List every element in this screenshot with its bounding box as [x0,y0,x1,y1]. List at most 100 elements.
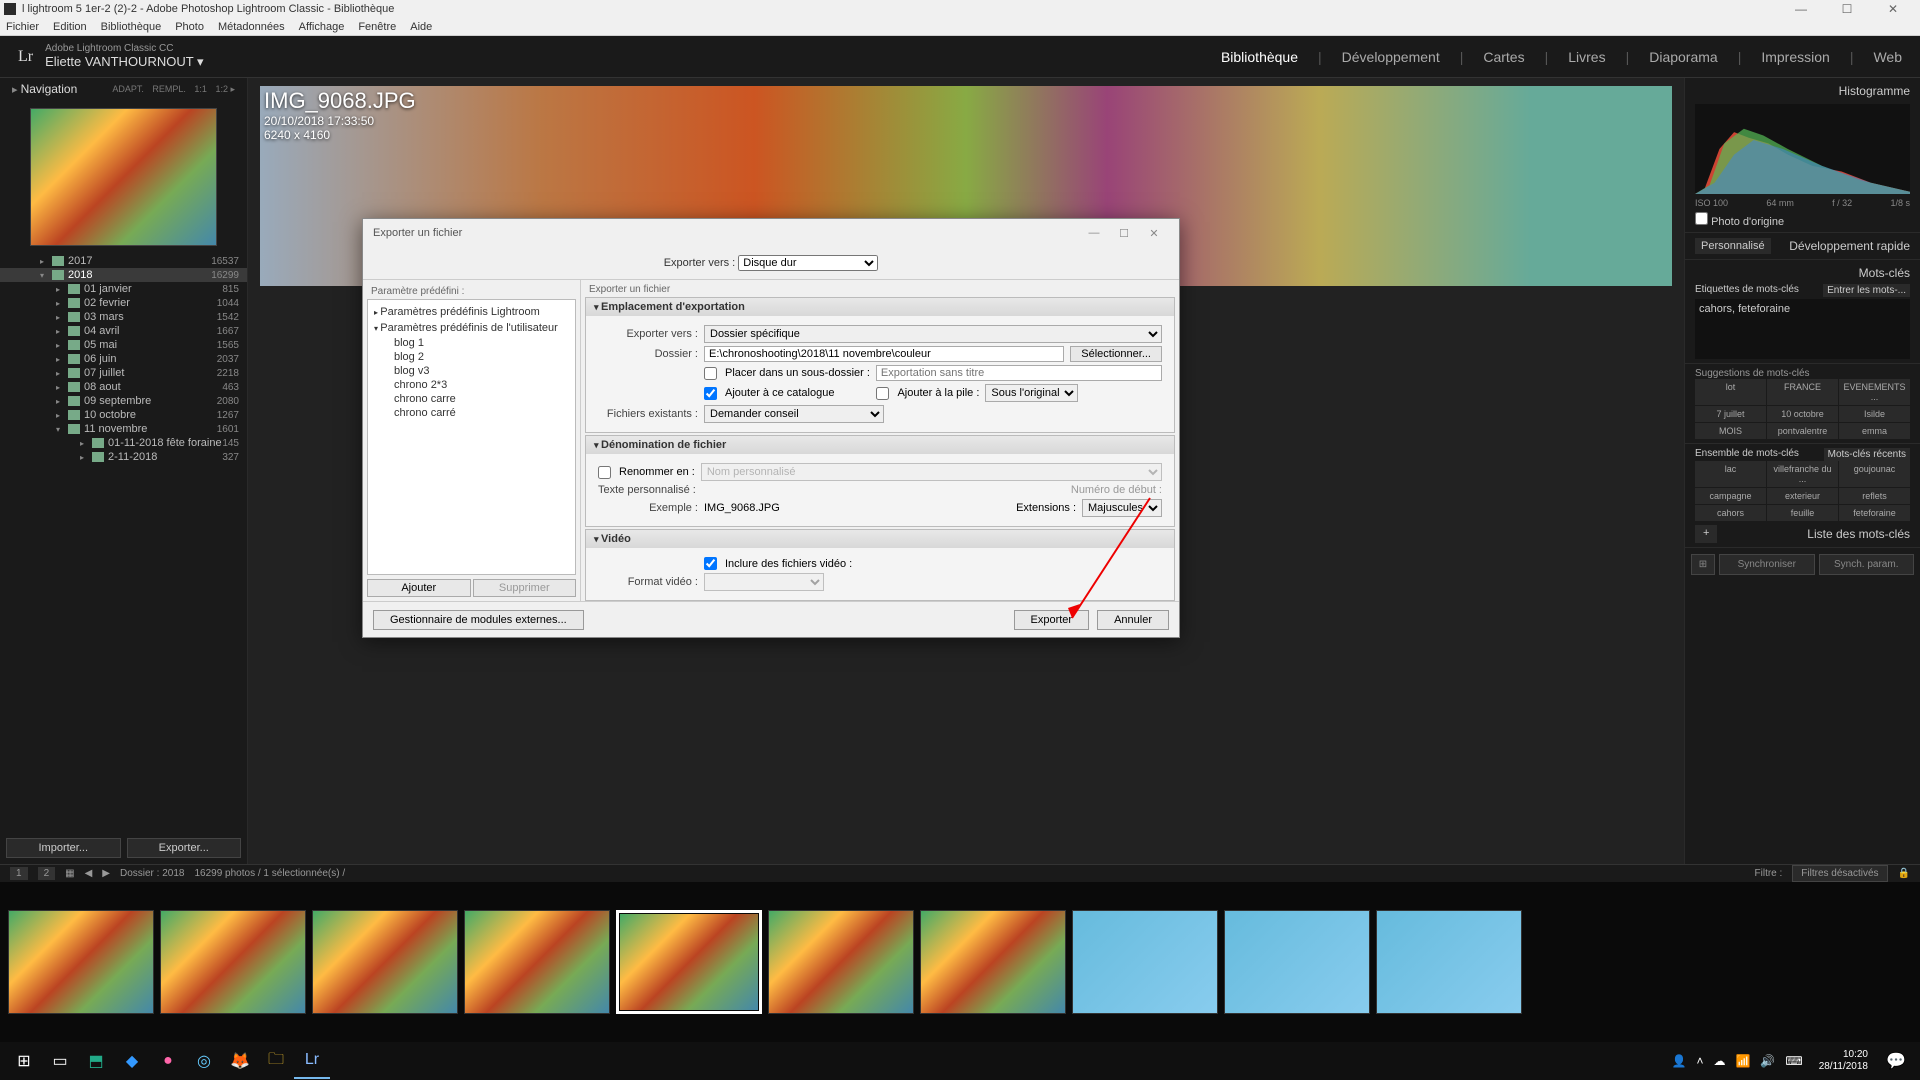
breadcrumb-path[interactable]: Dossier : 2018 [120,868,184,879]
kw-suggestion[interactable]: 7 juillet [1695,406,1766,422]
thumb[interactable] [1376,910,1522,1014]
add-catalog-checkbox[interactable] [704,387,717,400]
thumb[interactable] [464,910,610,1014]
export-button[interactable]: Exporter... [127,838,242,858]
zoom-fill[interactable]: REMPL. [152,84,186,94]
nav-fwd-icon[interactable]: ▶ [102,868,110,879]
folder-row[interactable]: 09 septembre2080 [0,394,247,408]
kw-set-item[interactable]: feteforaine [1839,505,1910,521]
kw-set-item[interactable]: feuille [1767,505,1838,521]
module-developpement[interactable]: Développement [1342,49,1440,65]
preset-item[interactable]: blog 2 [372,350,571,364]
cancel-button[interactable]: Annuler [1097,610,1169,630]
menu-photo[interactable]: Photo [175,21,204,33]
preset-group-user[interactable]: Paramètres prédéfinis de l'utilisateur [372,320,571,336]
preset-add-button[interactable]: Ajouter [367,579,471,597]
folder-row[interactable]: 201716537 [0,254,247,268]
module-web[interactable]: Web [1873,49,1902,65]
module-diaporama[interactable]: Diaporama [1649,49,1717,65]
existing-files-select[interactable]: Demander conseil [704,405,884,423]
preset-item[interactable]: chrono 2*3 [372,378,571,392]
folder-row[interactable]: 04 avril1667 [0,324,247,338]
kw-set-item[interactable]: exterieur [1767,488,1838,504]
folder-path-input[interactable] [704,346,1064,362]
folder-row[interactable]: 06 juin2037 [0,352,247,366]
kw-suggestion[interactable]: emma [1839,423,1910,439]
thumb-selected[interactable] [616,910,762,1014]
export-confirm-button[interactable]: Exporter [1014,610,1090,630]
close-button[interactable]: ✕ [1870,0,1916,18]
task-view-icon[interactable]: ▭ [42,1043,78,1079]
tray-lang-icon[interactable]: ⌨ [1785,1054,1802,1068]
kw-set-item[interactable]: campagne [1695,488,1766,504]
preset-group-lightroom[interactable]: Paramètres prédéfinis Lightroom [372,304,571,320]
kw-set-item[interactable]: goujounac [1839,461,1910,487]
lightroom-taskbar-icon[interactable]: Lr [294,1043,330,1079]
firefox-icon[interactable]: 🦊 [222,1043,258,1079]
folder-row[interactable]: 02 fevrier1044 [0,296,247,310]
include-video-checkbox[interactable] [704,557,717,570]
histogram[interactable] [1695,104,1910,194]
kw-add[interactable]: + [1695,525,1717,543]
kw-suggestion[interactable]: pontvalentre [1767,423,1838,439]
quick-develop-title[interactable]: Développement rapide [1789,237,1910,255]
preset-custom[interactable]: Personnalisé [1695,238,1771,254]
kw-suggestion[interactable]: Isilde [1839,406,1910,422]
subfolder-input[interactable] [876,365,1162,381]
menu-aide[interactable]: Aide [410,21,432,33]
keyword-box[interactable]: cahors, feteforaine [1695,299,1910,359]
menu-metadonnees[interactable]: Métadonnées [218,21,285,33]
kw-set-item[interactable]: reflets [1839,488,1910,504]
tray-people-icon[interactable]: 👤 [1671,1054,1686,1068]
notification-icon[interactable]: 💬 [1878,1043,1914,1079]
thumb[interactable] [160,910,306,1014]
module-impression[interactable]: Impression [1761,49,1829,65]
select-folder-button[interactable]: Sélectionner... [1070,346,1162,362]
origin-photo-checkbox[interactable] [1695,212,1708,225]
preset-item[interactable]: chrono carre [372,392,571,406]
location-export-to-select[interactable]: Dossier spécifique [704,325,1162,343]
user-menu[interactable]: Eliette VANTHOURNOUT ▾ [45,54,203,70]
nav-back-icon[interactable]: ◀ [85,868,93,879]
menu-bibliotheque[interactable]: Bibliothèque [101,21,162,33]
add-pile-checkbox[interactable] [876,387,889,400]
maximize-button[interactable]: ☐ [1824,0,1870,18]
kw-suggestion[interactable]: FRANCE [1767,379,1838,405]
navigator-preview[interactable] [30,108,217,246]
plugin-manager-button[interactable]: Gestionnaire de modules externes... [373,610,584,630]
grid-icon[interactable]: ▦ [65,868,74,879]
preset-item[interactable]: blog v3 [372,364,571,378]
folder-row[interactable]: 03 mars1542 [0,310,247,324]
kw-recent[interactable]: Mots-clés récents [1824,448,1910,461]
dropbox-icon[interactable]: ⬒ [78,1043,114,1079]
folder-row[interactable]: 201816299 [0,268,247,282]
sync-settings-button[interactable]: Synch. param. [1819,554,1915,575]
screen-1[interactable]: 1 [10,867,28,880]
kw-set-item[interactable]: villefranche du ... [1767,461,1838,487]
menu-affichage[interactable]: Affichage [299,21,345,33]
minimize-button[interactable]: — [1778,0,1824,18]
thumb[interactable] [1072,910,1218,1014]
pile-position-select[interactable]: Sous l'original [985,384,1078,402]
thumb[interactable] [312,910,458,1014]
folder-row[interactable]: 01 janvier815 [0,282,247,296]
preset-list[interactable]: Paramètres prédéfinis Lightroom Paramètr… [367,299,576,575]
tray-cloud-icon[interactable]: ☁ [1713,1054,1725,1068]
module-bibliotheque[interactable]: Bibliothèque [1221,49,1298,65]
zoom-adapt[interactable]: ADAPT. [112,84,144,94]
filter-lock-icon[interactable]: 🔒 [1898,868,1910,879]
dialog-minimize[interactable]: — [1079,227,1109,239]
preset-item[interactable]: chrono carré [372,406,571,420]
tray-up-icon[interactable]: ˄ [1696,1054,1703,1068]
taskbar-clock[interactable]: 10:20 28/11/2018 [1809,1049,1878,1073]
folder-row[interactable]: 05 mai1565 [0,338,247,352]
tray-volume-icon[interactable]: 🔊 [1760,1054,1775,1068]
zoom-1-1[interactable]: 1:1 [194,84,207,94]
keyword-list-title[interactable]: Liste des mots-clés [1807,525,1910,543]
preset-remove-button[interactable]: Supprimer [473,579,577,597]
menu-fenetre[interactable]: Fenêtre [358,21,396,33]
preset-item[interactable]: blog 1 [372,336,571,350]
folder-row[interactable]: 2-11-2018327 [0,450,247,464]
zoom-1-2[interactable]: 1:2 [215,84,228,94]
rename-checkbox[interactable] [598,466,611,479]
